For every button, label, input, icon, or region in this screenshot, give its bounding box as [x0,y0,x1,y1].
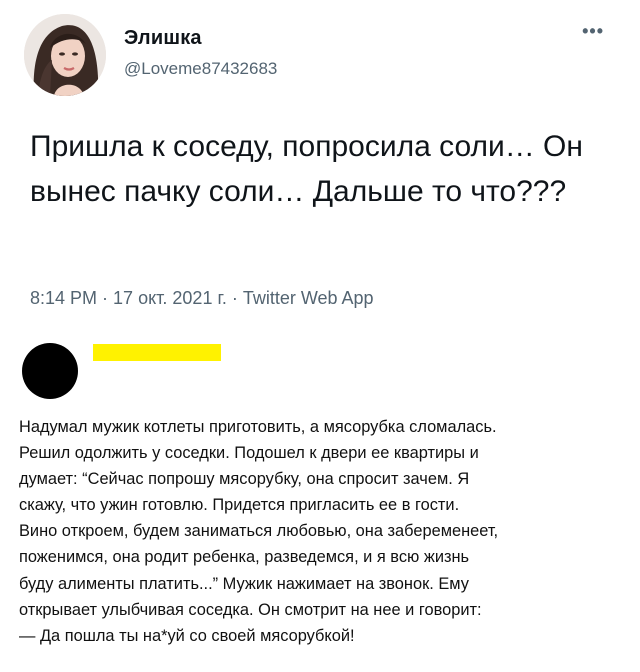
tweet-source[interactable]: Twitter Web App [243,288,374,308]
reply-line: поженимся, она родит ребенка, разведемся… [19,548,470,567]
tweet-date[interactable]: 17 окт. 2021 г. [113,288,227,308]
reply-line: думает: “Сейчас попрошу мясорубку, она с… [19,470,470,489]
reply-line: буду алименты платить...” Мужик нажимает… [19,574,469,593]
more-dots-icon[interactable]: ••• [582,22,604,40]
reply-line: Надумал мужик котлеты приготовить, а мяс… [19,418,497,436]
tweet-time[interactable]: 8:14 PM [30,288,97,308]
tweet-text: Пришла к соседу, попросила соли… Он выне… [30,130,583,208]
reply-post: Надумал мужик котлеты приготовить, а мяс… [0,330,640,672]
tweet-card: Элишка @Loveme87432683 ••• Пришла к сосе… [0,0,640,330]
reply-text: Надумал мужик котлеты приготовить, а мяс… [19,414,624,649]
author-avatar[interactable] [24,14,106,96]
reply-line: Решил одолжить у соседки. Подошел к двер… [19,444,479,463]
redacted-avatar [22,343,78,399]
reply-line: открывает улыбчивая соседка. Он смотрит … [19,600,482,619]
author-handle[interactable]: @Loveme87432683 [124,59,277,79]
reply-line: скажу, что ужин готовлю. Придется пригла… [19,496,460,515]
redacted-name-bar [93,344,221,361]
tweet-meta: 8:14 PM · 17 окт. 2021 г. · Twitter Web … [30,288,374,309]
meta-separator: · [226,288,243,308]
reply-line: — Да пошла ты на*уй со своей мясорубкой! [19,626,355,645]
meta-separator: · [97,288,114,308]
reply-line: Вино откроем, будем заниматься любовью, … [19,522,499,541]
avatar-photo [24,14,106,96]
author-name[interactable]: Элишка [124,27,202,50]
